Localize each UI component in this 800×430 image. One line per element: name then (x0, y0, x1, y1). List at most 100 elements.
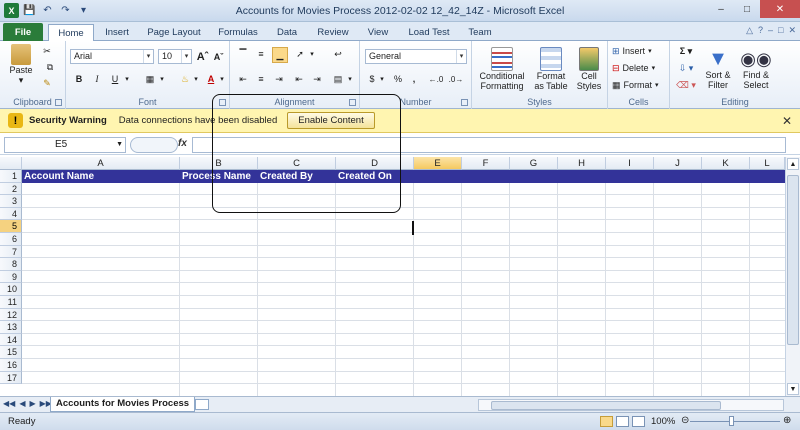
tab-load-test[interactable]: Load Test (403, 24, 455, 41)
row-header[interactable]: 17 (0, 371, 22, 385)
clear-icon[interactable]: ⌫ ▾ (676, 78, 696, 92)
fill-icon[interactable]: ⇩ ▾ (676, 61, 696, 75)
tab-formulas[interactable]: Formulas (213, 24, 263, 41)
increase-decimal-icon[interactable]: ←.0 (428, 72, 444, 86)
insert-cells-button[interactable]: ⊞ Insert ▾ (612, 44, 668, 58)
conditional-formatting-button[interactable]: Conditional Formatting (474, 43, 530, 95)
page-break-view-icon[interactable] (632, 416, 645, 427)
insert-sheet-icon[interactable] (195, 399, 209, 410)
tab-team[interactable]: Team (462, 24, 498, 41)
tab-view[interactable]: View (361, 24, 395, 41)
borders-icon[interactable]: ▦ (142, 72, 158, 86)
scroll-down-icon[interactable]: ▼ (787, 383, 799, 395)
column-header[interactable]: J (654, 157, 702, 170)
row-header[interactable]: 16 (0, 359, 22, 372)
zoom-slider[interactable] (690, 421, 780, 422)
decrease-decimal-icon[interactable]: .0→ (448, 72, 464, 86)
clipboard-launcher-icon[interactable] (55, 99, 62, 106)
tab-insert[interactable]: Insert (98, 24, 136, 41)
find-select-button[interactable]: ◉◉ Find & Select (736, 43, 776, 95)
tab-data[interactable]: Data (270, 24, 304, 41)
zoom-level[interactable]: 100% (651, 416, 675, 427)
tab-home[interactable]: Home (48, 24, 94, 42)
row-header[interactable]: 10 (0, 283, 22, 296)
horizontal-scroll-thumb[interactable] (491, 401, 721, 410)
align-center-icon[interactable]: ≡ (254, 72, 268, 86)
decrease-indent-icon[interactable]: ⇤ (292, 72, 306, 86)
align-middle-icon[interactable]: ≡ (254, 47, 268, 61)
doc-minimize-icon[interactable]: – (768, 25, 773, 36)
cell-styles-button[interactable]: Cell Styles (572, 43, 606, 95)
fill-color-icon[interactable]: ♨ (178, 72, 192, 86)
row-header[interactable]: 1 (0, 170, 22, 183)
align-left-icon[interactable]: ⇤ (236, 72, 250, 86)
select-all-corner[interactable] (0, 157, 22, 170)
currency-icon[interactable]: $ (366, 72, 378, 86)
column-header[interactable]: G (510, 157, 558, 170)
row-header[interactable]: 8 (0, 258, 22, 271)
copy-icon[interactable]: ⧉ (40, 61, 60, 74)
column-header[interactable]: I (606, 157, 654, 170)
doc-restore-icon[interactable]: □ (778, 25, 783, 36)
column-header[interactable]: H (558, 157, 606, 170)
normal-view-icon[interactable] (600, 416, 613, 427)
next-sheet-icon[interactable]: ▶ (29, 399, 35, 408)
row-header[interactable]: 5 (0, 220, 22, 233)
orientation-dropdown-icon[interactable]: ▾ (308, 47, 316, 61)
page-layout-view-icon[interactable] (616, 416, 629, 427)
font-size-select[interactable]: 10 ▾ (158, 49, 192, 64)
column-header[interactable]: A (22, 157, 180, 170)
merge-center-icon[interactable]: ▤ (330, 72, 346, 86)
orientation-icon[interactable]: ➚ (292, 47, 308, 61)
row-header[interactable]: 6 (0, 233, 22, 246)
zoom-slider-thumb[interactable] (729, 416, 734, 426)
font-color-icon[interactable]: A (204, 72, 218, 86)
first-sheet-icon[interactable]: ◀◀ (3, 399, 15, 408)
row-header[interactable]: 3 (0, 195, 22, 208)
horizontal-scrollbar[interactable] (478, 399, 784, 411)
increase-indent-icon[interactable]: ⇥ (310, 72, 324, 86)
fill-color-dropdown-icon[interactable]: ▾ (192, 72, 200, 86)
format-painter-icon[interactable]: ✎ (40, 77, 54, 90)
minimize-icon[interactable]: – (708, 0, 734, 18)
tab-file[interactable]: File (3, 23, 43, 41)
vertical-scrollbar[interactable]: ▲ ▼ (785, 157, 800, 396)
zoom-out-icon[interactable]: ⊝ (681, 415, 689, 426)
name-box[interactable]: E5 ▼ (4, 137, 126, 153)
row-header[interactable]: 11 (0, 296, 22, 309)
row-header[interactable]: 13 (0, 321, 22, 334)
merge-dropdown-icon[interactable]: ▾ (346, 72, 354, 86)
help-icon[interactable]: ? (758, 25, 763, 36)
number-launcher-icon[interactable] (461, 99, 468, 106)
collapse-ribbon-icon[interactable]: △ (746, 25, 753, 36)
cut-icon[interactable]: ✂ (40, 45, 54, 58)
align-bottom-icon[interactable]: ▁ (272, 47, 288, 63)
align-top-icon[interactable]: ▔ (236, 47, 250, 61)
paste-button[interactable]: Paste ▾ (6, 44, 36, 86)
borders-dropdown-icon[interactable]: ▾ (158, 72, 166, 86)
header-cell-account-name[interactable]: Account Name (22, 170, 180, 183)
column-header[interactable]: K (702, 157, 750, 170)
row-header[interactable]: 14 (0, 333, 22, 347)
percent-icon[interactable]: % (392, 72, 404, 86)
row-header[interactable]: 2 (0, 182, 22, 196)
grow-font-icon[interactable]: Aˆ (196, 49, 209, 64)
row-header[interactable]: 4 (0, 207, 22, 221)
row-header[interactable]: 7 (0, 245, 22, 259)
format-as-table-button[interactable]: Format as Table (530, 43, 572, 95)
zoom-in-icon[interactable]: ⊕ (783, 415, 791, 426)
bold-button[interactable]: B (72, 72, 86, 86)
align-right-icon[interactable]: ⇥ (272, 72, 286, 86)
comma-icon[interactable]: , (408, 72, 420, 86)
close-icon[interactable]: ✕ (760, 0, 800, 18)
shrink-font-icon[interactable]: Aˇ (212, 49, 225, 64)
format-cells-button[interactable]: ▦ Format ▾ (612, 78, 668, 92)
tab-review[interactable]: Review (312, 24, 354, 41)
underline-button[interactable]: U (108, 72, 122, 86)
doc-close-icon[interactable]: ✕ (788, 25, 796, 36)
insert-function-icon[interactable]: fx (178, 138, 187, 149)
row-header[interactable]: 9 (0, 270, 22, 284)
autosum-icon[interactable]: Σ ▾ (676, 44, 696, 58)
scroll-up-icon[interactable]: ▲ (787, 158, 799, 170)
maximize-icon[interactable]: □ (734, 0, 760, 18)
